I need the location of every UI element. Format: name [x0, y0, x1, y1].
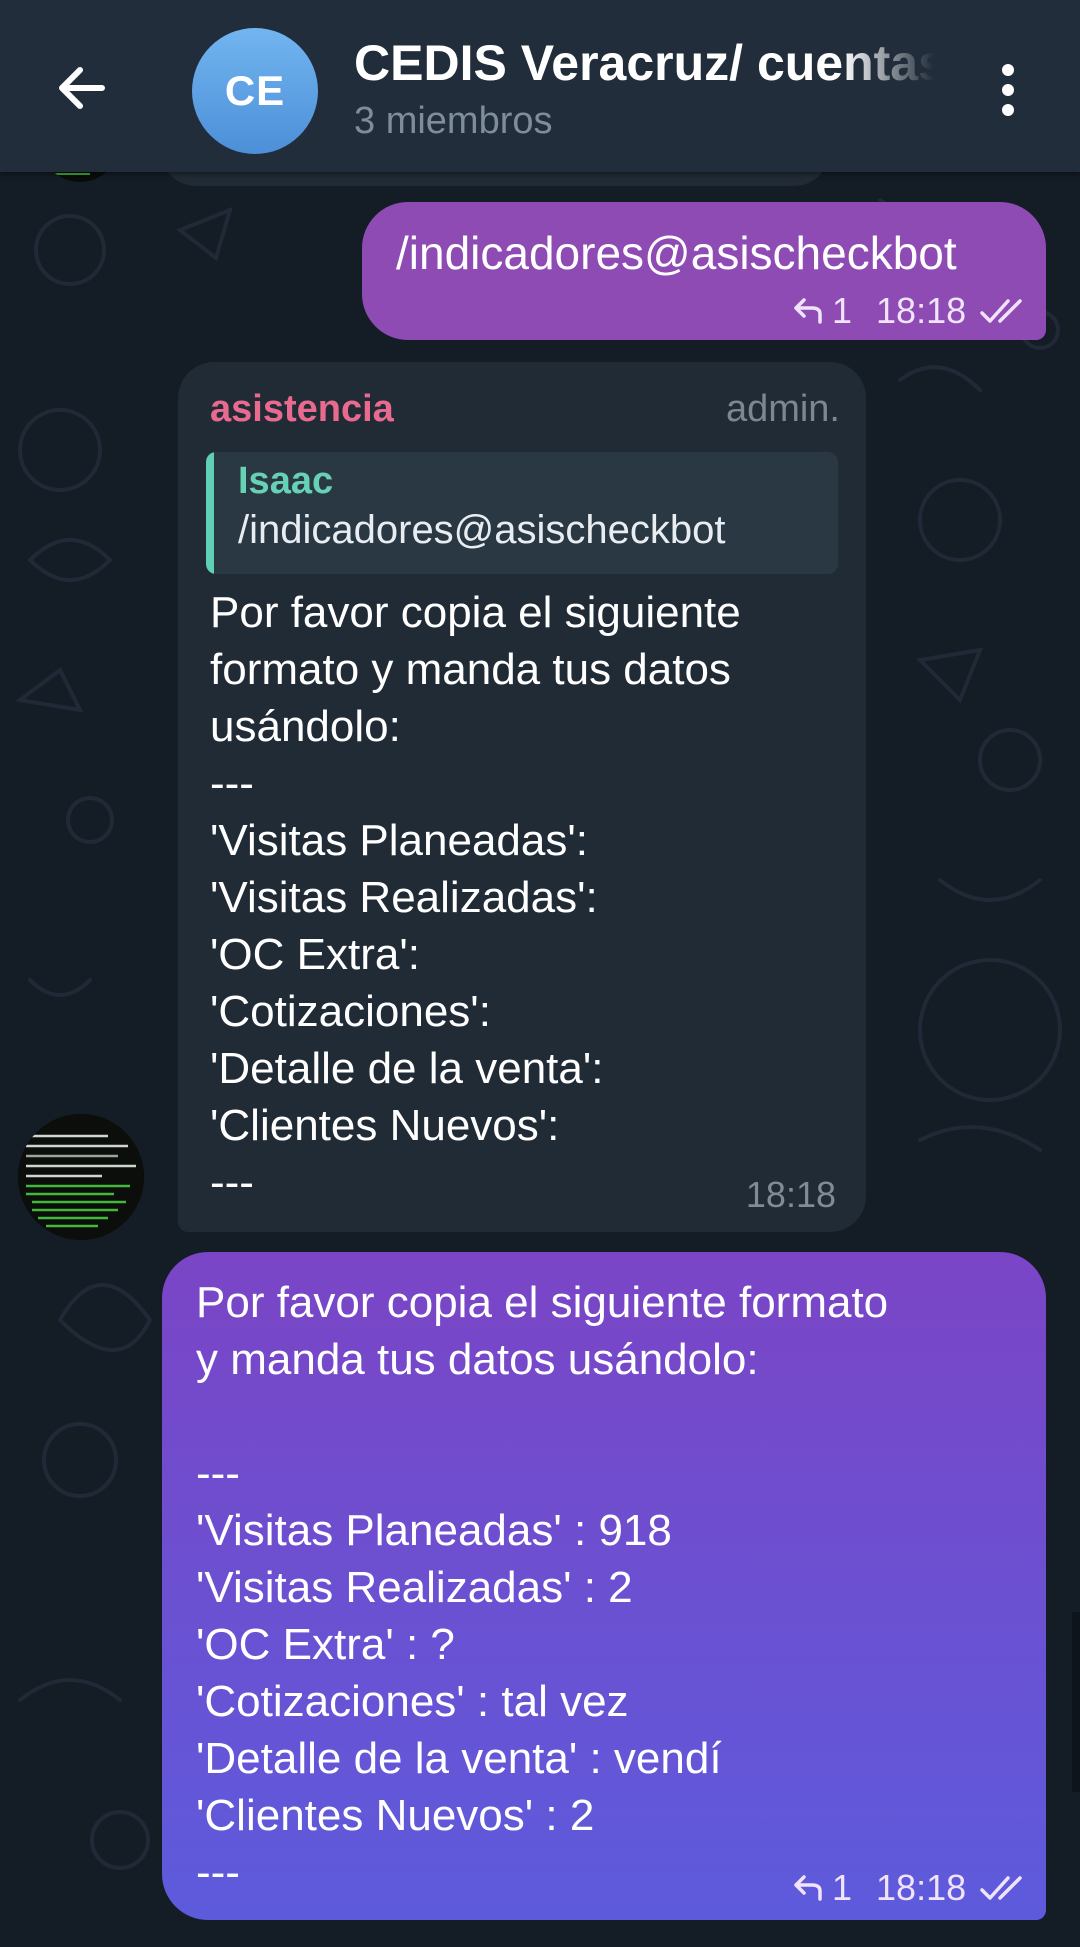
- more-menu-button[interactable]: [980, 60, 1036, 120]
- outgoing-message-command[interactable]: /indicadores@asischeckbot 1 18:18: [362, 202, 1046, 340]
- message-text: Por favor copia el siguiente formato y m…: [210, 588, 741, 1207]
- message-text: /indicadores@asischeckbot: [396, 227, 957, 279]
- message-text: Por favor copia el siguiente formato y m…: [196, 1278, 889, 1897]
- terminal-avatar-image: [18, 1114, 144, 1240]
- quote-author: Isaac: [238, 460, 334, 502]
- reply-quote[interactable]: Isaac /indicadores@asischeckbot: [206, 452, 838, 574]
- reply-arrow-icon: [794, 1875, 822, 1901]
- more-vertical-icon: [1002, 64, 1014, 116]
- chat-title[interactable]: CEDIS Veracruz/ cuentas: [354, 34, 934, 94]
- message-time: 18:18: [876, 290, 967, 331]
- sender-name[interactable]: asistencia: [210, 388, 394, 431]
- quote-text: /indicadores@asischeckbot: [238, 508, 726, 552]
- chat-header: CE CEDIS Veracruz/ cuentas 3 miembros: [0, 0, 1080, 172]
- reply-count: 1: [832, 1867, 853, 1908]
- member-count: 3 miembros: [354, 100, 553, 142]
- outgoing-message-indicators[interactable]: Por favor copia el siguiente formato y m…: [162, 1252, 1046, 1920]
- quote-accent-bar: [206, 452, 214, 574]
- reply-arrow-icon: [794, 298, 822, 324]
- incoming-message-bot[interactable]: asistencia admin. Isaac /indicadores@asi…: [178, 362, 866, 1232]
- message-meta: 1 18:18: [790, 290, 1030, 332]
- group-avatar-initials: CE: [224, 67, 286, 114]
- group-avatar[interactable]: CE: [192, 28, 318, 154]
- message-time: 18:18: [745, 1174, 836, 1215]
- back-button[interactable]: [52, 58, 112, 118]
- message-meta: 1 18:18: [790, 1867, 1030, 1909]
- arrow-left-icon: [59, 67, 105, 109]
- message-time: 18:18: [876, 1867, 967, 1908]
- reply-count: 1: [832, 290, 853, 331]
- double-check-icon: [980, 1876, 1022, 1900]
- bot-avatar[interactable]: [18, 1114, 144, 1240]
- scroll-indicator[interactable]: [1072, 1612, 1080, 1792]
- admin-badge: admin.: [725, 388, 840, 430]
- double-check-icon: [980, 299, 1022, 323]
